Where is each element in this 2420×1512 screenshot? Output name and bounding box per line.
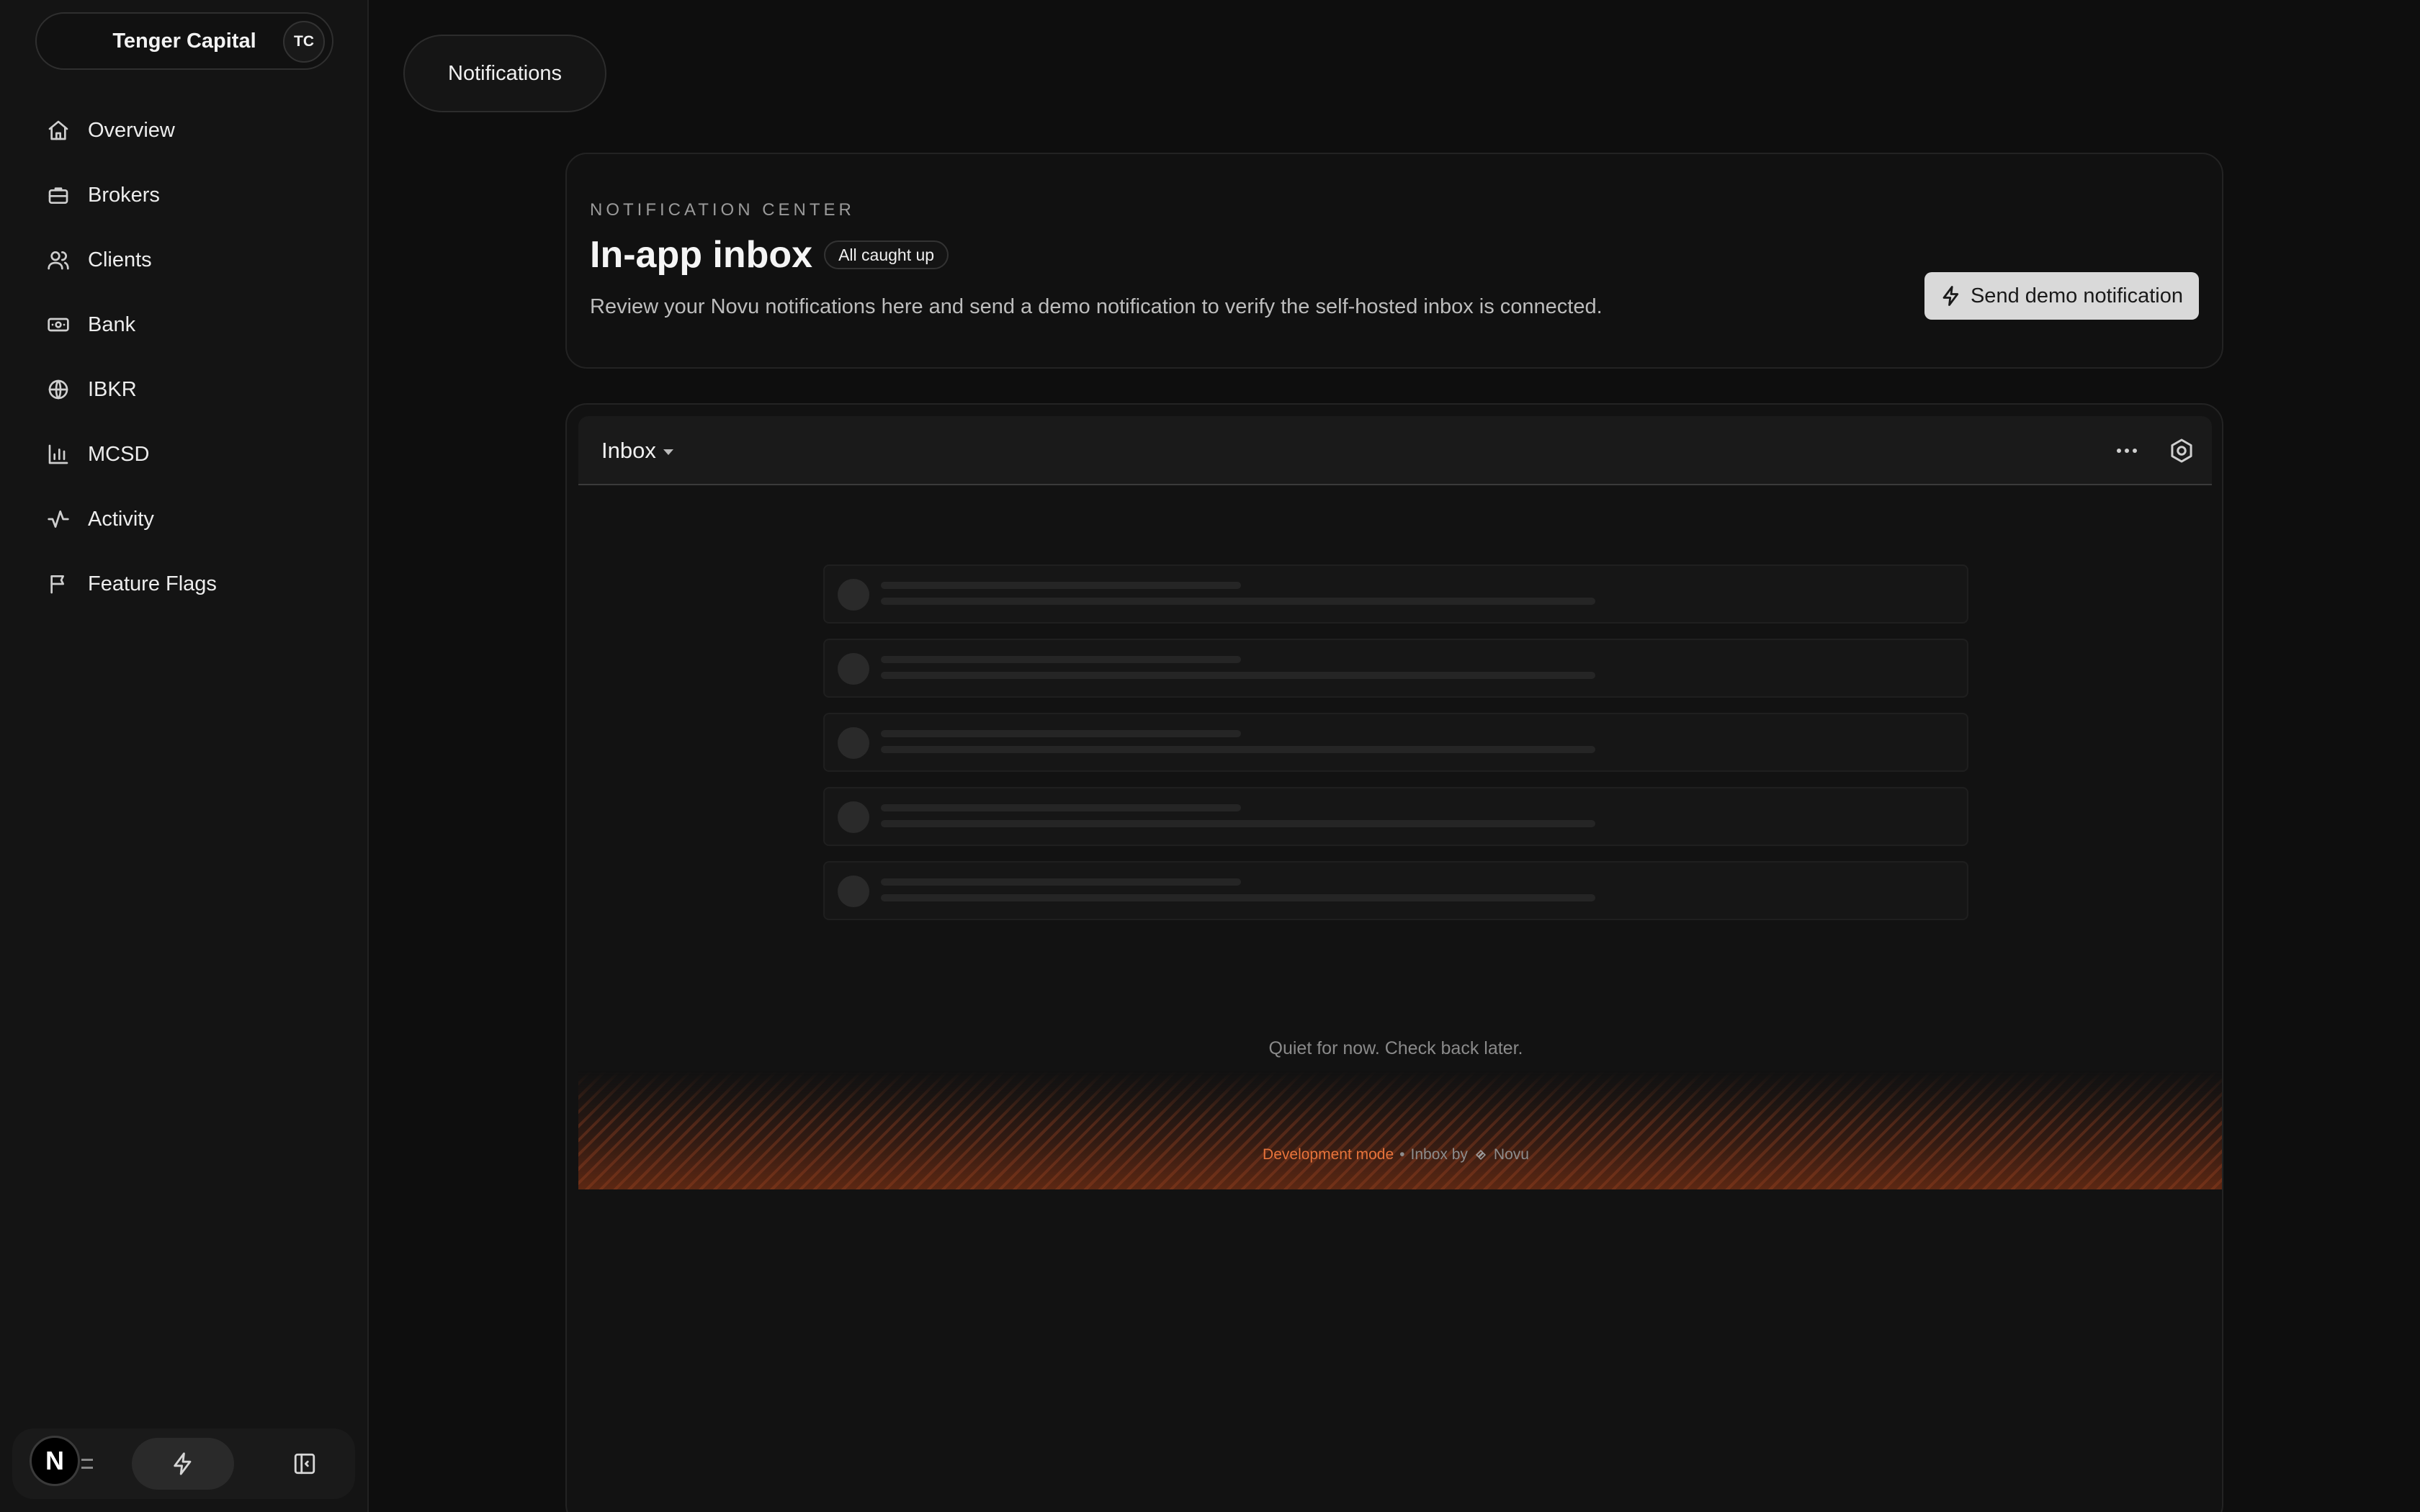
notification-skeleton-list bbox=[823, 564, 1968, 935]
sidebar-item-clients[interactable]: Clients bbox=[46, 228, 349, 292]
sidebar-item-overview[interactable]: Overview bbox=[46, 98, 349, 163]
sidebar-item-label: IBKR bbox=[88, 377, 137, 401]
inbox-title: Inbox bbox=[601, 438, 656, 463]
users-icon bbox=[46, 248, 71, 272]
org-name: Tenger Capital bbox=[112, 29, 256, 53]
bolt-icon bbox=[1942, 286, 1959, 306]
skeleton-line bbox=[881, 804, 1241, 811]
notification-center-card: NOTIFICATION CENTER In-app inbox All cau… bbox=[565, 153, 2223, 369]
bar-chart-icon bbox=[46, 442, 71, 467]
home-icon bbox=[46, 118, 71, 143]
skeleton-row bbox=[823, 787, 1968, 846]
skeleton-line bbox=[881, 878, 1241, 886]
bolt-icon bbox=[174, 1452, 192, 1475]
sidebar-item-mcsd[interactable]: MCSD bbox=[46, 422, 349, 487]
sidebar-item-activity[interactable]: Activity bbox=[46, 487, 349, 552]
novu-brand-link[interactable]: Novu bbox=[1494, 1146, 1529, 1164]
dev-mode-stripes bbox=[578, 1071, 2222, 1189]
settings-icon bbox=[2171, 438, 2192, 463]
skeleton-avatar bbox=[838, 653, 869, 685]
collapse-sidebar-button[interactable] bbox=[279, 1438, 331, 1490]
skeleton-avatar bbox=[838, 579, 869, 611]
sidebar-item-label: MCSD bbox=[88, 442, 150, 466]
sidebar-item-label: Overview bbox=[88, 118, 175, 142]
inbox-panel: Inbox Quiet for now. Check back later. D… bbox=[565, 403, 2223, 1512]
footer-separator: • bbox=[1399, 1146, 1405, 1163]
menu-lines-icon bbox=[81, 1459, 93, 1469]
inbox-by-label: Inbox by bbox=[1410, 1146, 1468, 1163]
dev-tools-badge[interactable]: N bbox=[30, 1436, 80, 1486]
novu-logo-icon bbox=[1474, 1148, 1488, 1162]
skeleton-line bbox=[881, 730, 1241, 737]
button-label: Send demo notification bbox=[1970, 284, 2183, 307]
skeleton-line bbox=[881, 598, 1595, 605]
send-demo-notification-button[interactable]: Send demo notification bbox=[1924, 272, 2199, 320]
sidebar-bottom-bar: N bbox=[12, 1428, 355, 1499]
flag-icon bbox=[46, 572, 71, 596]
sidebar-item-ibkr[interactable]: IBKR bbox=[46, 357, 349, 422]
skeleton-row bbox=[823, 861, 1968, 920]
inbox-footer: Development mode • Inbox by Novu bbox=[567, 1146, 2222, 1164]
inbox-header: Inbox bbox=[578, 416, 2212, 485]
quick-actions-button[interactable] bbox=[132, 1438, 234, 1490]
skeleton-avatar bbox=[838, 801, 869, 833]
dot bbox=[2125, 449, 2129, 453]
sidebar-item-label: Activity bbox=[88, 507, 154, 531]
activity-icon bbox=[46, 507, 71, 531]
globe-icon bbox=[46, 377, 71, 402]
sidebar-item-label: Bank bbox=[88, 312, 136, 336]
skeleton-line bbox=[881, 656, 1241, 663]
skeleton-row bbox=[823, 639, 1968, 698]
section-eyebrow: NOTIFICATION CENTER bbox=[590, 200, 855, 220]
sidebar-item-label: Feature Flags bbox=[88, 572, 217, 595]
skeleton-row bbox=[823, 564, 1968, 624]
title-row: In-app inbox All caught up bbox=[590, 233, 949, 276]
inbox-settings-button[interactable] bbox=[2166, 435, 2197, 467]
org-avatar[interactable]: TC bbox=[283, 21, 325, 63]
development-mode-label: Development mode bbox=[1263, 1146, 1394, 1163]
inbox-filter-dropdown[interactable]: Inbox bbox=[601, 438, 673, 464]
more-options-button[interactable] bbox=[2111, 436, 2143, 465]
tab-notifications[interactable]: Notifications bbox=[403, 35, 606, 112]
skeleton-line bbox=[881, 746, 1595, 753]
skeleton-line bbox=[881, 582, 1241, 589]
skeleton-line bbox=[881, 894, 1595, 901]
skeleton-line bbox=[881, 820, 1595, 827]
skeleton-avatar bbox=[838, 876, 869, 907]
org-switcher[interactable]: Tenger Capital TC bbox=[35, 12, 333, 70]
sidebar-item-label: Brokers bbox=[88, 183, 160, 207]
sidebar: Tenger Capital TC Overview Brokers Clien… bbox=[0, 0, 369, 1512]
sidebar-item-brokers[interactable]: Brokers bbox=[46, 163, 349, 228]
skeleton-line bbox=[881, 672, 1595, 679]
sidebar-item-bank[interactable]: Bank bbox=[46, 292, 349, 357]
dot bbox=[2117, 449, 2121, 453]
dot bbox=[2133, 449, 2137, 453]
sidebar-nav: Overview Brokers Clients Bank IBKR MCSD … bbox=[46, 98, 349, 616]
chevron-down-icon bbox=[663, 449, 673, 455]
page-title: In-app inbox bbox=[590, 234, 813, 276]
sidebar-item-label: Clients bbox=[88, 248, 152, 271]
skeleton-row bbox=[823, 713, 1968, 772]
briefcase-icon bbox=[46, 183, 71, 207]
panel-left-icon bbox=[294, 1453, 315, 1475]
sidebar-item-feature-flags[interactable]: Feature Flags bbox=[46, 552, 349, 616]
skeleton-avatar bbox=[838, 727, 869, 759]
page-description: Review your Novu notifications here and … bbox=[590, 295, 1603, 318]
banknote-icon bbox=[46, 312, 71, 337]
empty-state-text: Quiet for now. Check back later. bbox=[1268, 1038, 1523, 1058]
status-badge: All caught up bbox=[824, 240, 949, 269]
